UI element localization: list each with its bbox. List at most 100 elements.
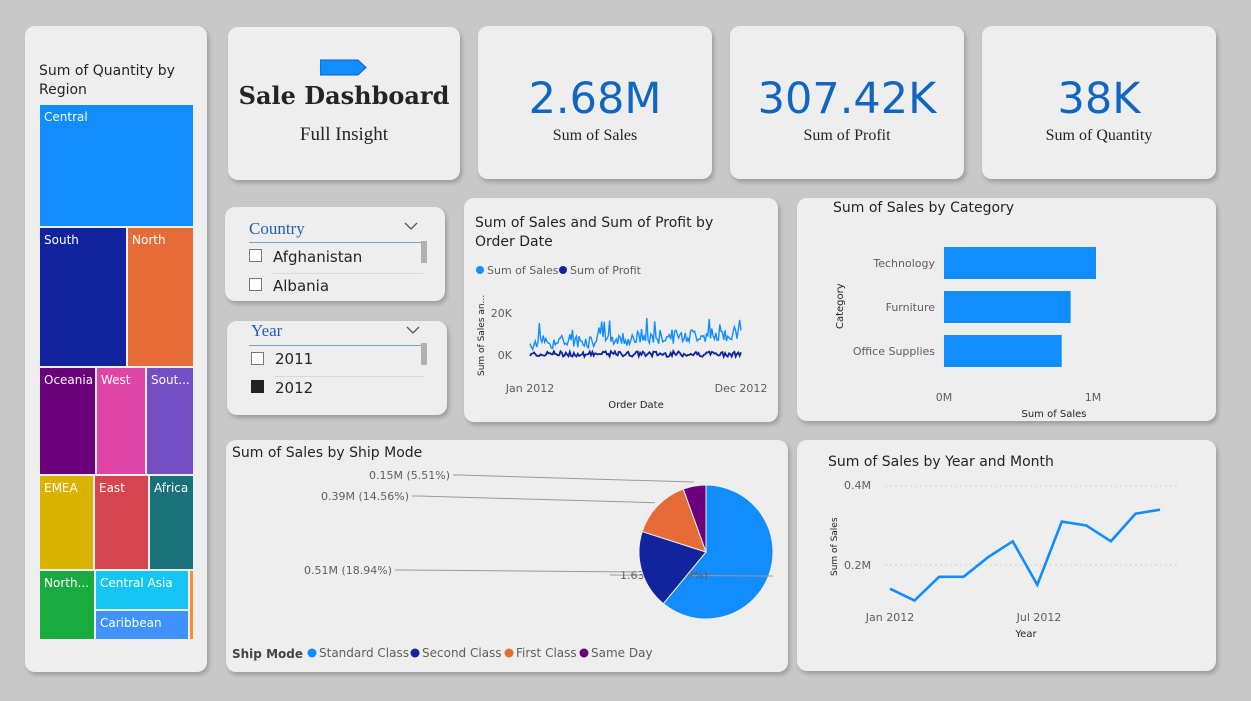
- treemap-cell-small[interactable]: [189, 570, 194, 640]
- treemap-cell[interactable]: Sout...: [146, 367, 194, 475]
- y-tick-label: 20K: [491, 307, 513, 320]
- pie-leader-line: [412, 495, 655, 504]
- year-slicer-title[interactable]: Year: [251, 321, 282, 341]
- year-slicer: Year 2011 2012: [227, 321, 447, 415]
- kpi-label: Sum of Sales: [552, 127, 638, 144]
- sales-month-line: [889, 508, 1161, 603]
- category-tick-label: Furniture: [886, 301, 936, 314]
- y-tick-label: 0K: [498, 349, 513, 362]
- ship-mode-chart-card: Sum of Sales by Ship Mode 1.63M (60.99%)…: [226, 440, 788, 672]
- x-axis-label: Order Date: [608, 400, 664, 411]
- x-tick-label: Jan 2012: [505, 382, 554, 395]
- x-axis-label: Sum of Sales: [1021, 409, 1086, 420]
- treemap-cell[interactable]: South: [39, 227, 127, 367]
- y-tick-label: 0.2M: [844, 559, 871, 572]
- slicer-divider: [273, 273, 423, 274]
- legend-marker: [307, 648, 317, 658]
- country-option-afghanistan[interactable]: Afghanistan: [273, 248, 362, 266]
- x-tick-label: Dec 2012: [715, 382, 768, 395]
- category-bar: [944, 291, 1071, 323]
- year-option-2011[interactable]: 2011: [275, 350, 313, 368]
- legend-marker: [410, 648, 420, 658]
- kpi-value: 2.68M: [528, 74, 662, 124]
- dashboard-subtitle: Full Insight: [299, 124, 389, 145]
- legend-marker-sales: [476, 266, 484, 274]
- pie-data-label: 0.39M (14.56%): [321, 490, 409, 503]
- x-tick-label: Jan 2012: [865, 611, 914, 624]
- legend-label-sales: Sum of Sales: [487, 264, 559, 277]
- category-bar: [944, 247, 1096, 279]
- country-checkbox-afghanistan[interactable]: [249, 249, 262, 262]
- kpi-card-quantity: 38K Sum of Quantity: [982, 26, 1216, 179]
- legend-marker: [504, 648, 514, 658]
- legend-label: Same Day: [591, 646, 653, 660]
- treemap-cell[interactable]: Central Asia: [95, 570, 189, 610]
- legend-marker: [579, 648, 589, 658]
- legend-label: Standard Class: [319, 646, 409, 660]
- country-slicer: Country Afghanistan Albania: [225, 207, 445, 301]
- country-slicer-title[interactable]: Country: [249, 219, 305, 239]
- slicer-underline: [249, 242, 421, 243]
- title-card: Sale Dashboard Full Insight: [228, 27, 460, 180]
- slicer-scrollbar[interactable]: [421, 343, 427, 365]
- country-checkbox-albania[interactable]: [249, 278, 262, 291]
- treemap-chart[interactable]: Central South North Oceania West Sout... EMEA E…: [39, 104, 194, 640]
- chevron-down-icon[interactable]: [404, 220, 418, 234]
- treemap-cell[interactable]: Central: [39, 104, 194, 227]
- dashboard-title: Sale Dashboard: [238, 81, 450, 110]
- year-checkbox-2012[interactable]: [251, 380, 264, 393]
- legend-marker-profit: [559, 266, 567, 274]
- slicer-divider: [275, 376, 425, 377]
- treemap-cell[interactable]: Africa: [149, 475, 194, 570]
- category-tick-label: Office Supplies: [853, 345, 935, 358]
- sales-series-line: [529, 317, 742, 352]
- treemap-cell[interactable]: West: [96, 367, 146, 475]
- pie-data-label: 0.15M (5.51%): [369, 469, 450, 482]
- kpi-card-profit: 307.42K Sum of Profit: [730, 26, 964, 179]
- x-tick-label: Jul 2012: [1016, 611, 1062, 624]
- y-axis-label: Sum of Sales: [830, 517, 840, 576]
- ship-mode-pie-chart[interactable]: 1.63M (60.99%)0.51M (18.94%)0.39M (14.56…: [226, 440, 788, 672]
- country-option-albania[interactable]: Albania: [273, 277, 329, 295]
- category-bar: [944, 335, 1062, 367]
- order-date-chart-card: Sum of Sales and Sum of Profit by Order …: [464, 198, 778, 422]
- y-axis-label: Category: [835, 283, 846, 329]
- year-checkbox-2011[interactable]: [251, 352, 264, 365]
- category-chart-card: Sum of Sales by Category Category 0M 1M …: [797, 198, 1216, 421]
- kpi-value: 38K: [1057, 74, 1141, 124]
- year-option-2012[interactable]: 2012: [275, 379, 313, 397]
- kpi-value: 307.42K: [757, 74, 937, 124]
- legend-label: First Class: [516, 646, 577, 660]
- treemap-cell[interactable]: East: [94, 475, 149, 570]
- x-tick-label: 1M: [1085, 391, 1102, 404]
- year-month-line-chart[interactable]: 0.4M 0.2M Sum of Sales Jan 2012 Jul 2012…: [797, 440, 1216, 671]
- category-bar-chart[interactable]: Category 0M 1M Sum of Sales Technology Fu…: [797, 198, 1216, 421]
- treemap-cell[interactable]: North...: [39, 570, 95, 640]
- y-tick-label: 0.4M: [844, 479, 871, 492]
- legend-label: Second Class: [422, 646, 502, 660]
- x-axis-label: Year: [1014, 629, 1037, 640]
- y-axis-label: Sum of Sales an...: [477, 295, 487, 376]
- treemap-cell[interactable]: Caribbean: [95, 610, 189, 640]
- kpi-label: Sum of Quantity: [1045, 127, 1153, 144]
- slicer-underline: [249, 345, 423, 346]
- treemap-cell[interactable]: EMEA: [39, 475, 94, 570]
- legend-label-profit: Sum of Profit: [570, 264, 642, 277]
- order-date-line-chart[interactable]: Sum of Sales Sum of Profit 20K 0K Sum of…: [464, 198, 778, 422]
- pie-leader-line: [395, 569, 638, 573]
- kpi-card-sales: 2.68M Sum of Sales: [478, 26, 712, 179]
- legend-title: Ship Mode: [232, 647, 303, 661]
- treemap-cell[interactable]: Oceania: [39, 367, 96, 475]
- pie-data-label: 0.51M (18.94%): [304, 564, 392, 577]
- year-month-chart-card: Sum of Sales by Year and Month 0.4M 0.2M…: [797, 440, 1216, 671]
- kpi-label: Sum of Profit: [803, 127, 891, 144]
- arrow-pentagon-icon: [319, 59, 367, 76]
- treemap-cell[interactable]: North: [127, 227, 194, 367]
- slicer-scrollbar[interactable]: [421, 241, 427, 263]
- chevron-down-icon[interactable]: [406, 324, 420, 338]
- category-tick-label: Technology: [872, 257, 935, 270]
- x-tick-label: 0M: [936, 391, 953, 404]
- treemap-title: Sum of Quantity by Region: [39, 63, 175, 98]
- pie-leader-line: [453, 474, 694, 483]
- profit-series-line: [529, 348, 742, 360]
